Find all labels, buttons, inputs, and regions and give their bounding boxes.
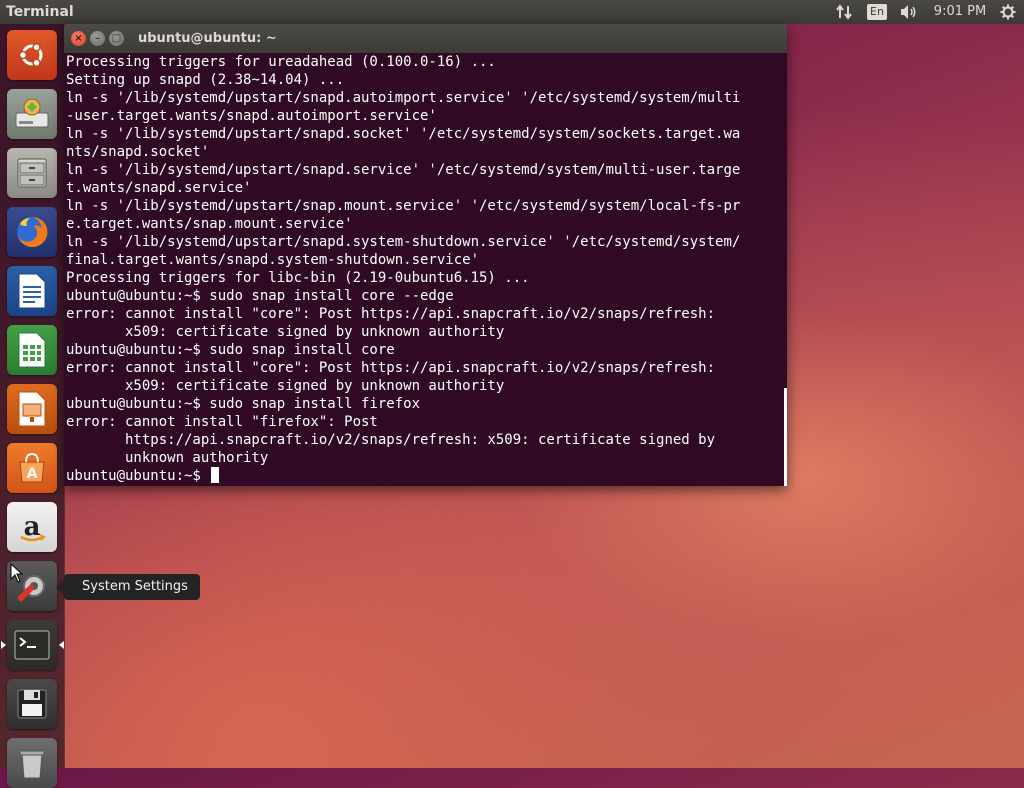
- tooltip-label: System Settings: [82, 579, 188, 594]
- terminal-line: ln -s '/lib/systemd/upstart/snapd.servic…: [66, 162, 741, 178]
- maximize-button[interactable]: □: [109, 31, 124, 46]
- terminal-line: Processing triggers for libc-bin (2.19-0…: [66, 270, 530, 286]
- terminal-line: ln -s '/lib/systemd/upstart/snapd.system…: [66, 234, 741, 250]
- close-button[interactable]: ×: [71, 31, 86, 46]
- terminal-line: final.target.wants/snapd.system-shutdown…: [66, 252, 480, 268]
- terminal-line: ubuntu@ubuntu:~$ sudo snap install core …: [66, 288, 454, 304]
- firefox-icon[interactable]: [7, 207, 57, 257]
- text-cursor: [211, 467, 220, 483]
- clock[interactable]: 9:01 PM: [932, 0, 988, 24]
- top-panel: Terminal En 9:01 PM: [0, 0, 1024, 24]
- terminal-line: ln -s '/lib/systemd/upstart/snapd.socket…: [66, 126, 741, 142]
- session-gear-icon[interactable]: [998, 0, 1018, 24]
- files-icon[interactable]: [7, 148, 57, 198]
- terminal-line: nts/snapd.socket': [66, 144, 210, 160]
- terminal-output[interactable]: Processing triggers for ureadahead (0.10…: [64, 53, 787, 486]
- libreoffice-impress-icon[interactable]: [7, 384, 57, 434]
- window-title: ubuntu@ubuntu: ~: [138, 31, 277, 46]
- running-indicator-right: [59, 641, 64, 649]
- terminal-icon[interactable]: [7, 620, 57, 670]
- terminal-line: ln -s '/lib/systemd/upstart/snapd.autoim…: [66, 90, 741, 106]
- minimize-button[interactable]: –: [90, 31, 105, 46]
- terminal-scrollbar[interactable]: [784, 388, 787, 486]
- terminal-prompt: ubuntu@ubuntu:~$: [66, 468, 210, 484]
- save-floppy-icon[interactable]: [7, 679, 57, 729]
- terminal-line: e.target.wants/snap.mount.service': [66, 216, 353, 232]
- language-label: En: [867, 4, 887, 20]
- svg-text:a: a: [24, 512, 41, 542]
- volume-icon[interactable]: [898, 0, 920, 24]
- terminal-line: ubuntu@ubuntu:~$ sudo snap install firef…: [66, 396, 421, 412]
- minimize-icon: –: [95, 32, 100, 44]
- terminal-line: Setting up snapd (2.38~14.04) ...: [66, 72, 345, 88]
- disk-app-icon[interactable]: [7, 89, 57, 139]
- terminal-line: error: cannot install "core": Post https…: [66, 306, 716, 322]
- mouse-pointer-icon: [10, 563, 24, 583]
- terminal-prompt-line[interactable]: ubuntu@ubuntu:~$: [66, 467, 220, 485]
- terminal-line: ln -s '/lib/systemd/upstart/snap.mount.s…: [66, 198, 741, 214]
- ubuntu-dash-icon[interactable]: [7, 30, 57, 80]
- terminal-line: -user.target.wants/snapd.autoimport.serv…: [66, 108, 437, 124]
- terminal-line: unknown authority: [66, 450, 269, 466]
- terminal-line: https://api.snapcraft.io/v2/snaps/refres…: [66, 432, 716, 448]
- launcher: A a: [0, 24, 65, 788]
- window-titlebar[interactable]: × – □ ubuntu@ubuntu: ~: [64, 24, 787, 53]
- running-indicator-left: [1, 641, 6, 649]
- svg-text:A: A: [27, 466, 38, 482]
- terminal-line: x509: certificate signed by unknown auth…: [66, 378, 505, 394]
- trash-icon[interactable]: [7, 738, 57, 788]
- terminal-line: Processing triggers for ureadahead (0.10…: [66, 54, 496, 70]
- terminal-line: error: cannot install "firefox": Post: [66, 414, 378, 430]
- network-icon[interactable]: [834, 0, 854, 24]
- launcher-tooltip: System Settings: [56, 574, 200, 600]
- clock-label: 9:01 PM: [933, 4, 987, 19]
- active-app-title: Terminal: [6, 4, 74, 20]
- terminal-window[interactable]: × – □ ubuntu@ubuntu: ~ Processing trigge…: [64, 24, 787, 486]
- terminal-line: ubuntu@ubuntu:~$ sudo snap install core: [66, 342, 395, 358]
- maximize-icon: □: [111, 32, 122, 44]
- terminal-line: t.wants/snapd.service': [66, 180, 252, 196]
- keyboard-layout-indicator[interactable]: En: [866, 0, 888, 24]
- libreoffice-writer-icon[interactable]: [7, 266, 57, 316]
- terminal-line: x509: certificate signed by unknown auth…: [66, 324, 505, 340]
- amazon-icon[interactable]: a: [7, 502, 57, 552]
- close-icon: ×: [74, 32, 83, 44]
- software-center-icon[interactable]: A: [7, 443, 57, 493]
- libreoffice-calc-icon[interactable]: [7, 325, 57, 375]
- terminal-line: error: cannot install "core": Post https…: [66, 360, 716, 376]
